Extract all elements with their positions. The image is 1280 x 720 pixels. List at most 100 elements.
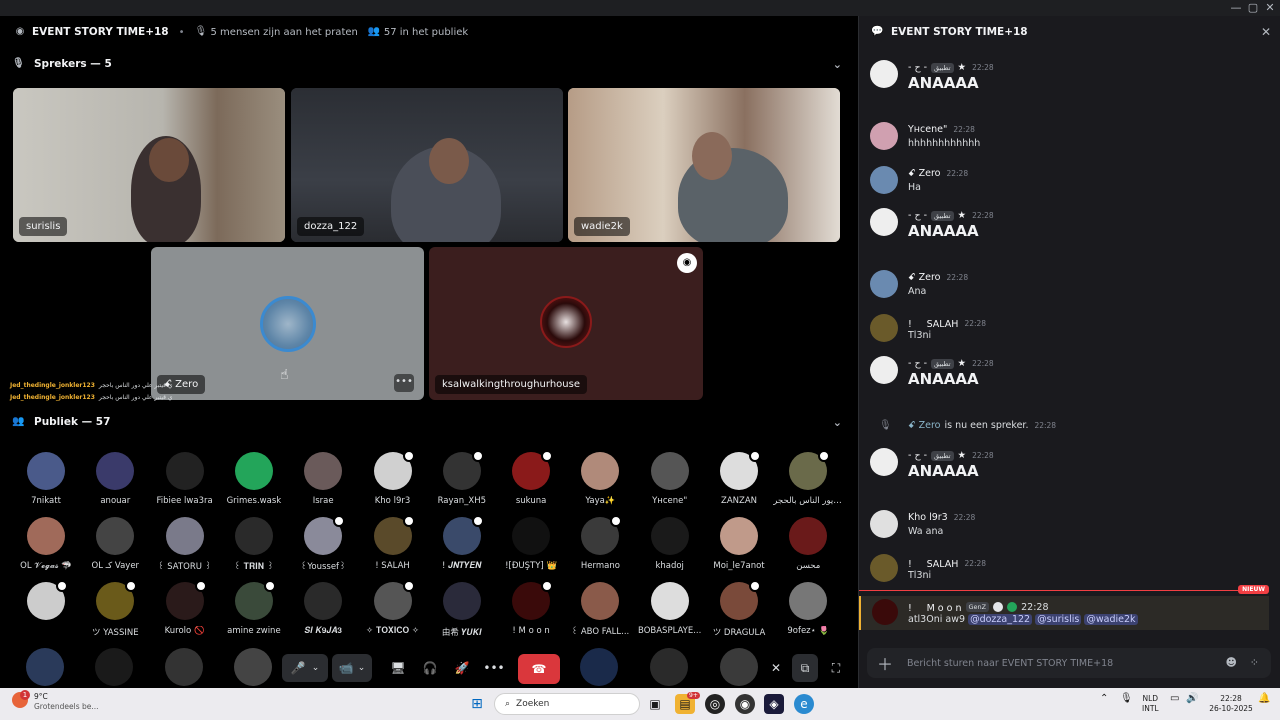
message-author[interactable]: Yнcene" [908,124,947,135]
audience-member[interactable]: sukuna [496,450,566,514]
clock[interactable]: 22:28 26-10-2025 [1206,694,1256,714]
audience-member[interactable]: Moi_le7anot [704,517,774,579]
fullscreen-button[interactable]: ⛶ [824,654,848,682]
audience-member[interactable]: BOBASPLAYE... [635,582,705,644]
audience-member[interactable]: Rayan_XH5 [427,450,497,514]
audience-member[interactable]: محسن [773,517,843,579]
speaker-tile[interactable]: surislis [13,88,285,242]
mention[interactable]: @dozza_122 [968,614,1033,625]
audience-member[interactable]: ! 𝑱𝑵𝑻𝒀𝑬𝑵 [427,515,497,579]
audience-member[interactable]: Kho l9r3 [358,450,428,514]
audience-member[interactable]: ![ĐÜŞŤÝ] 👑 [496,517,566,579]
screen-share-button[interactable]: 🖥 [386,654,410,682]
sound-button[interactable]: 🎧 [418,654,442,682]
audience-member[interactable]: ꒰ 𝐓𝐑𝐈𝐍 ꒱ [219,517,289,579]
network-icon[interactable]: ▭ [1170,694,1179,704]
author-avatar[interactable] [870,356,898,384]
author-avatar[interactable] [870,60,898,88]
audience-member[interactable]: 7nikatt [11,452,81,514]
speaker-tile[interactable]: ◉ ksalwalkingthroughurhouse [429,247,703,400]
audience-member[interactable]: Israe [288,452,358,514]
author-avatar[interactable] [872,599,898,625]
message-author[interactable]: - ح - [908,450,927,461]
author-avatar[interactable] [870,270,898,298]
speaker-tile[interactable]: wadie2k [568,88,840,242]
app-icon[interactable]: ◉ [735,694,755,714]
author-avatar[interactable] [870,448,898,476]
chrome-icon[interactable]: ◎ [705,694,725,714]
audience-member[interactable]: ꒰Youssef꒱ [288,515,358,579]
chevron-down-icon[interactable]: ⌄ [358,663,366,673]
attach-icon[interactable]: ＋ [877,651,893,675]
weather-widget[interactable]: 9°C Grotendeels be... [34,692,99,712]
apps-icon[interactable]: ⁘ [1250,656,1259,669]
chevron-down-icon[interactable]: ⌄ [833,58,842,71]
close-window-button[interactable]: ✕ [1260,1,1280,15]
speaker-tile[interactable]: dozza_122 [291,88,563,242]
activity-button[interactable]: 🚀 [450,654,474,682]
speakers-section-header[interactable]: 🎙 Sprekers — 5 ⌄ [0,52,858,76]
system-user[interactable]: ꗃ Zero [908,420,940,431]
audience-member[interactable]: Yaya✨ [565,452,635,514]
audience-member[interactable]: 9ofez⋆ 🌷 [773,582,843,644]
camera-toggle-button[interactable]: 📹 ⌄ [332,654,372,682]
audience-section-header[interactable]: 👥 Publiek — 57 ⌄ [0,410,858,434]
message-author[interactable]: ! ㅤ SALAH [908,556,958,570]
audience-member[interactable]: Hermano [565,515,635,579]
close-chat-button[interactable]: ✕ [1261,25,1271,39]
audience-member[interactable]: ㅤ [11,580,81,644]
audience-member[interactable]: ツ DRAGULA [704,580,774,644]
audience-member[interactable]: Yнcene" [635,452,705,514]
more-options-button[interactable]: ••• [394,374,414,392]
tray-mic-icon[interactable]: 🎙 [1120,694,1133,704]
app-icon[interactable]: ◈ [764,694,784,714]
start-icon[interactable]: ⊞ [467,694,487,714]
audience-member[interactable]: khadoj [635,517,705,579]
audience-member[interactable]: ! M o o n [496,580,566,644]
audience-member[interactable]: ✧ 𝐓𝐎𝐗𝐈𝐂𝐎 ✧ [358,580,428,644]
audience-member[interactable]: ديور الناس بالحجر... [773,450,843,514]
language-indicator[interactable]: NLD INTL [1142,694,1159,714]
author-avatar[interactable] [870,166,898,194]
audience-member[interactable]: ! SALAH [358,515,428,579]
message-input[interactable]: ＋ Bericht sturen naar EVENT STORY TIME+1… [867,648,1271,678]
audience-member[interactable]: ツ YASSINE [80,580,150,644]
chevron-down-icon[interactable]: ⌄ [833,416,842,429]
author-avatar[interactable] [870,122,898,150]
message-author[interactable]: Kho l9r3 [908,512,948,523]
audience-member[interactable]: Fibiee lwa3ra [150,452,220,514]
message-author[interactable]: ꗃ Zero [908,272,940,283]
author-avatar[interactable] [870,554,898,582]
tray-chevron-icon[interactable]: ⌃ [1100,694,1108,704]
notification-icon[interactable]: 🔔 [1258,694,1270,704]
message-author[interactable]: - ح - [908,62,927,73]
audience-member[interactable]: 由希 𝒀𝑼𝑲𝑰 [427,582,497,644]
audience-member[interactable]: ꒰ SATORU ꒱ [150,517,220,579]
audience-member[interactable]: ZANZAN [704,450,774,514]
audience-member[interactable]: OL 𝓥𝓮𝓰𝓪𝓼 🦈 [11,517,81,579]
author-avatar[interactable] [870,314,898,342]
chevron-down-icon[interactable]: ⌄ [312,663,320,673]
hide-members-button[interactable]: ✕ [764,654,788,682]
audience-member[interactable]: Grimes.wask [219,452,289,514]
message-author[interactable]: ꗃ Zero [908,168,940,179]
audience-member[interactable]: Kurolo 🚫 [150,580,220,644]
mention[interactable]: @wadie2k [1084,614,1138,625]
more-button[interactable]: ••• [482,654,506,682]
mic-toggle-button[interactable]: 🎤 ⌄ [282,654,328,682]
leave-call-button[interactable]: ☎ [518,654,560,684]
pop-out-button[interactable]: ⧉ [792,654,818,682]
edge-icon[interactable]: e [794,694,814,714]
audience-member[interactable]: amine zwine [219,580,289,644]
task-view-icon[interactable]: ▣ [645,694,665,714]
message-author[interactable]: - ح - [908,358,927,369]
audience-member[interactable]: ꒰ ABO FALL... [565,582,635,644]
emoji-icon[interactable]: ☻ [1226,656,1237,669]
taskbar-search[interactable]: ⌕ Zoeken [494,693,640,715]
message-author[interactable]: ! ㅤ M o o n [908,600,962,614]
mention[interactable]: @surislis [1035,614,1082,625]
message-author[interactable]: - ح - [908,210,927,221]
message-author[interactable]: ! ㅤ SALAH [908,316,958,330]
audience-member[interactable]: anouar [80,452,150,514]
volume-icon[interactable]: 🔊 [1186,694,1198,704]
